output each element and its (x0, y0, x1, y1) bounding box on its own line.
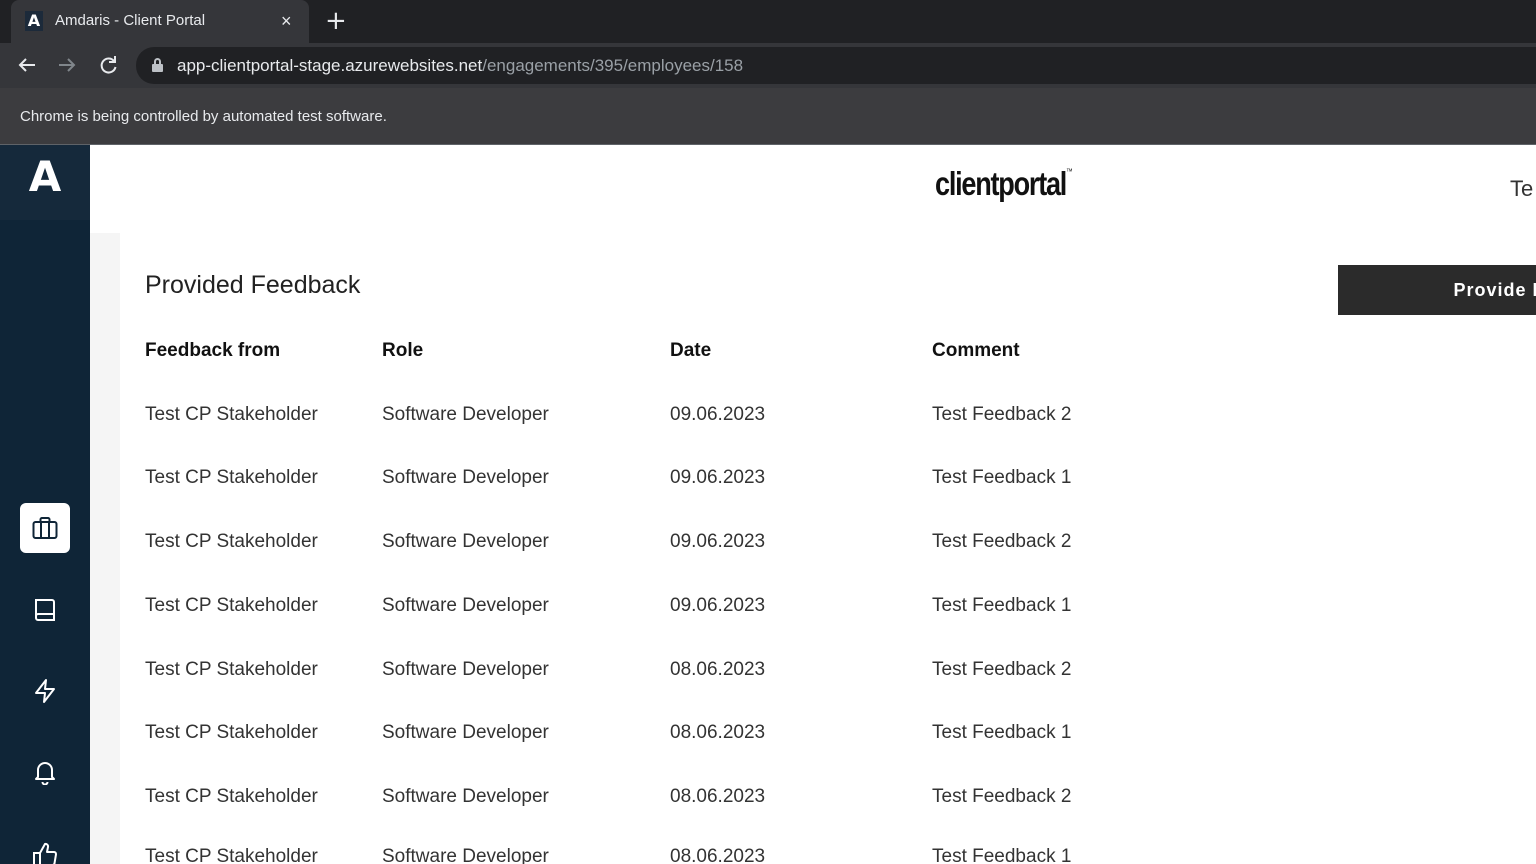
sidebar-item-docs[interactable] (20, 585, 70, 635)
app-header: clientportal™ Te (90, 145, 1536, 233)
column-header-feedback-from: Feedback from (145, 340, 281, 361)
cell-role: Software Developer (382, 846, 549, 864)
tab-title: Amdaris - Client Portal (55, 12, 206, 29)
cell-role: Software Developer (382, 467, 549, 488)
table-row: Test CP Stakeholder Software Developer 0… (120, 404, 1536, 444)
cell-date: 08.06.2023 (670, 846, 766, 864)
bell-icon (35, 762, 55, 785)
cell-date: 09.06.2023 (670, 595, 766, 616)
cell-date: 08.06.2023 (670, 786, 766, 807)
column-header-comment: Comment (932, 340, 1020, 361)
cell-comment: Test Feedback 2 (932, 659, 1072, 680)
provide-feedback-button[interactable]: Provide Fe (1338, 265, 1536, 315)
url-path: /engagements/395/employees/158 (482, 56, 744, 75)
table-row: Test CP Stakeholder Software Developer 0… (120, 722, 1536, 762)
new-tab-icon[interactable]: + (325, 6, 347, 36)
cell-feedback-from: Test CP Stakeholder (145, 595, 318, 616)
browser-toolbar: app-clientportal-stage.azurewebsites.net… (0, 43, 1536, 88)
page-title: Provided Feedback (145, 271, 361, 299)
column-header-date: Date (670, 340, 712, 361)
trademark: ™ (1066, 167, 1073, 176)
cell-role: Software Developer (382, 786, 549, 807)
cell-date: 08.06.2023 (670, 722, 766, 743)
table-row: Test CP Stakeholder Software Developer 0… (120, 659, 1536, 699)
book-icon (35, 599, 55, 621)
cell-feedback-from: Test CP Stakeholder (145, 531, 318, 552)
cell-comment: Test Feedback 1 (932, 722, 1072, 743)
cell-role: Software Developer (382, 659, 549, 680)
table-row: Test CP Stakeholder Software Developer 0… (120, 595, 1536, 635)
automation-infobar: Chrome is being controlled by automated … (0, 88, 1536, 145)
table-row: Test CP Stakeholder Software Developer 0… (120, 786, 1536, 826)
sidebar-item-feedback[interactable] (20, 829, 70, 864)
column-header-role: Role (382, 340, 424, 361)
cell-feedback-from: Test CP Stakeholder (145, 786, 318, 807)
main-content: Provided Feedback Provide Fe Feedback fr… (120, 233, 1536, 864)
thumbs-up-icon (33, 842, 57, 864)
content-gutter (90, 233, 120, 864)
cell-comment: Test Feedback 1 (932, 846, 1072, 864)
table-row: Test CP Stakeholder Software Developer 0… (120, 846, 1536, 864)
cell-date: 09.06.2023 (670, 467, 766, 488)
sidebar-item-activity[interactable] (20, 666, 70, 716)
table-row: Test CP Stakeholder Software Developer 0… (120, 467, 1536, 507)
address-bar[interactable]: app-clientportal-stage.azurewebsites.net… (136, 47, 1536, 84)
forward-icon[interactable] (53, 51, 81, 79)
briefcase-icon (32, 517, 58, 539)
amdaris-logo[interactable]: A (0, 145, 90, 220)
cell-comment: Test Feedback 2 (932, 404, 1072, 425)
cell-feedback-from: Test CP Stakeholder (145, 467, 318, 488)
infobar-text: Chrome is being controlled by automated … (20, 108, 387, 125)
lightning-icon (35, 679, 55, 703)
browser-tab[interactable]: A Amdaris - Client Portal × (11, 0, 309, 43)
amdaris-favicon-icon: A (25, 11, 43, 31)
cell-role: Software Developer (382, 531, 549, 552)
cell-feedback-from: Test CP Stakeholder (145, 659, 318, 680)
cell-feedback-from: Test CP Stakeholder (145, 404, 318, 425)
reload-icon[interactable] (94, 51, 122, 79)
cell-role: Software Developer (382, 722, 549, 743)
url-text: app-clientportal-stage.azurewebsites.net… (177, 56, 743, 76)
back-icon[interactable] (13, 51, 41, 79)
clientportal-logo: clientportal™ (935, 165, 1073, 203)
cell-date: 08.06.2023 (670, 659, 766, 680)
browser-tab-bar: A Amdaris - Client Portal × + (0, 0, 1536, 43)
cell-comment: Test Feedback 2 (932, 531, 1072, 552)
sidebar: A (0, 145, 90, 864)
cell-date: 09.06.2023 (670, 404, 766, 425)
table-row: Test CP Stakeholder Software Developer 0… (120, 531, 1536, 571)
cell-role: Software Developer (382, 404, 549, 425)
cell-comment: Test Feedback 1 (932, 467, 1072, 488)
cell-feedback-from: Test CP Stakeholder (145, 722, 318, 743)
close-tab-icon[interactable]: × (281, 10, 292, 32)
sidebar-item-engagements[interactable] (20, 503, 70, 553)
cell-role: Software Developer (382, 595, 549, 616)
user-name[interactable]: Te (1510, 176, 1533, 202)
cell-feedback-from: Test CP Stakeholder (145, 846, 318, 864)
lock-icon[interactable] (152, 58, 163, 72)
brand-text: clientportal (935, 165, 1067, 202)
cell-comment: Test Feedback 1 (932, 595, 1072, 616)
cell-date: 09.06.2023 (670, 531, 766, 552)
url-host: app-clientportal-stage.azurewebsites.net (177, 56, 483, 75)
sidebar-item-notifications[interactable] (20, 747, 70, 797)
cell-comment: Test Feedback 2 (932, 786, 1072, 807)
